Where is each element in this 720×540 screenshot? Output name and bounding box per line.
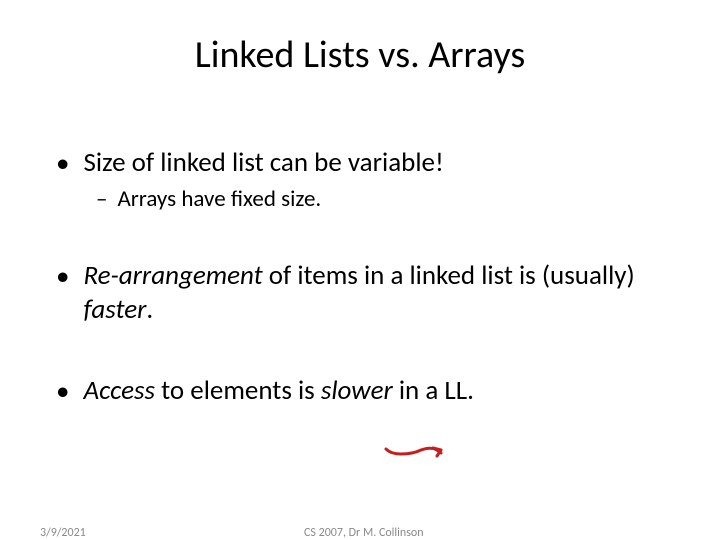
bullet-dot: • (56, 259, 69, 294)
sub-1-text: Arrays have fixed size. (117, 185, 321, 213)
bullet-item-1: • Size of linked list can be variable! (52, 146, 668, 181)
footer-date: 3/9/2021 (40, 526, 86, 540)
bullet-2-italic-1: Re-arrangement (83, 259, 262, 292)
bullet-3-mid: to elements is (155, 374, 321, 407)
sub-item-1: – Arrays have fixed size. (96, 185, 668, 215)
bullet-1-text: Size of linked list can be variable! (83, 146, 443, 179)
bullet-item-2: • Re-arrangement of items in a linked li… (52, 259, 668, 327)
pen-annotation (383, 445, 445, 459)
bullet-2-mid: of items in a linked list is (usually) (263, 259, 635, 292)
bullet-3-content: Access to elements is slower in a LL. (83, 374, 473, 407)
bullet-2-post: . (146, 293, 153, 326)
footer-course: CS 2007, Dr M. Collinson (304, 526, 424, 540)
bullet-dot: • (56, 374, 69, 409)
bullet-3-post: in a LL. (393, 374, 474, 407)
sub-dash: – (96, 185, 107, 215)
slide-container: Linked Lists vs. Arrays • Size of linked… (0, 0, 720, 540)
bullet-2-content: Re-arrangement of items in a linked list… (83, 259, 668, 327)
bullet-2-italic-2: faster (83, 293, 146, 326)
bullet-item-3: • Access to elements is slower in a LL. (52, 374, 668, 409)
slide-title: Linked Lists vs. Arrays (52, 32, 668, 78)
bullet-3-italic-1: Access (83, 374, 155, 407)
bullet-3-italic-2: slower (321, 374, 393, 407)
bullet-dot: • (56, 146, 69, 181)
